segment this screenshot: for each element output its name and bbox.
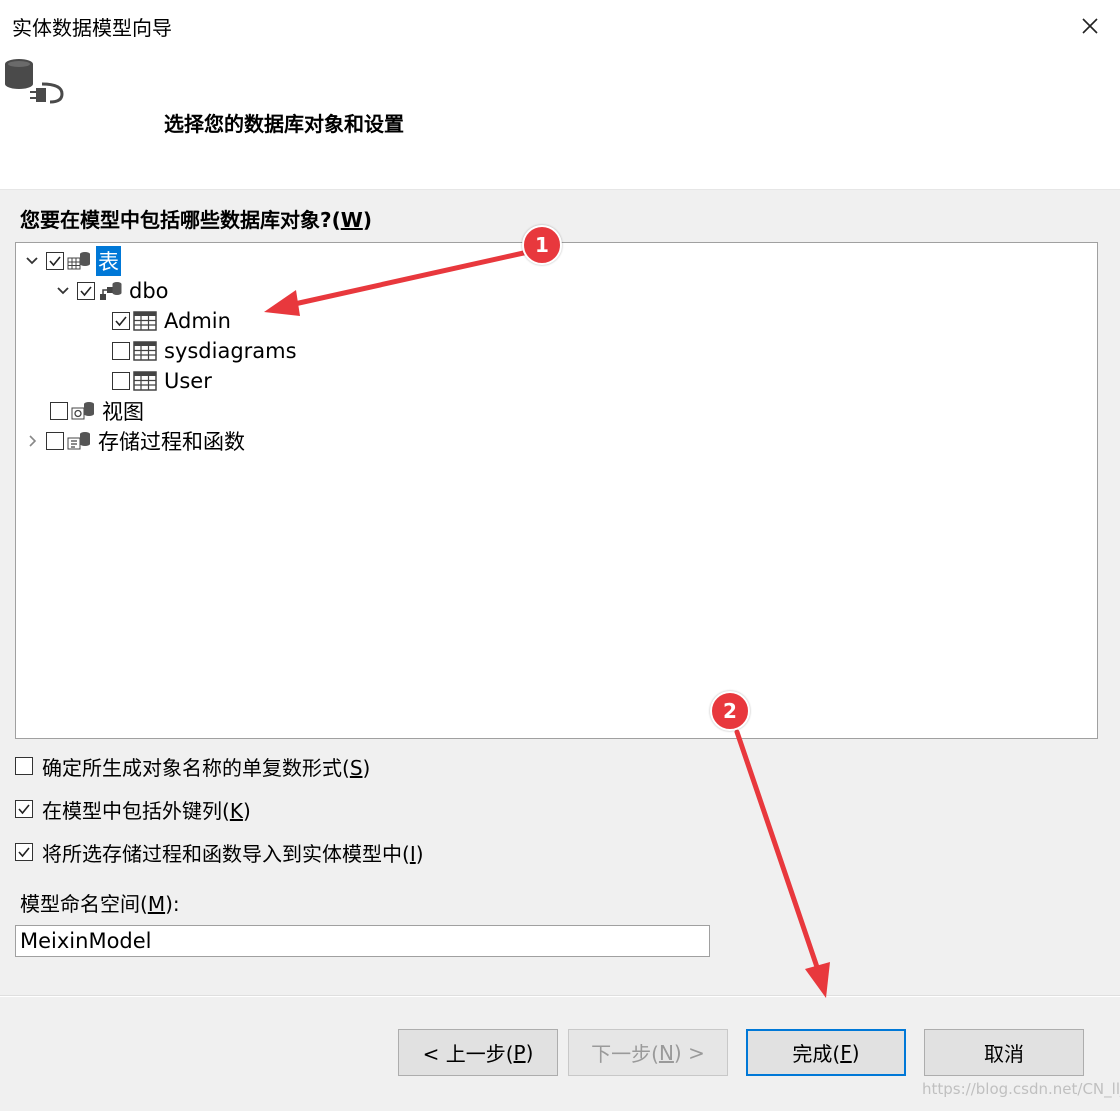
window-title: 实体数据模型向导 <box>12 16 172 40</box>
arrow-2 <box>734 729 830 998</box>
objects-prompt-label: 您要在模型中包括哪些数据库对象?(W) <box>20 204 372 233</box>
next-accel: N <box>658 1040 674 1065</box>
objects-prompt-accel: W <box>340 208 363 232</box>
views-icon <box>70 399 96 423</box>
table-icon <box>132 339 158 363</box>
user-checkbox[interactable] <box>112 372 130 390</box>
views-checkbox[interactable] <box>50 402 68 420</box>
namespace-close: ): <box>165 892 180 916</box>
page-heading: 选择您的数据库对象和设置 <box>164 112 404 136</box>
pluralize-option[interactable]: 确定所生成对象名称的单复数形式(S) <box>15 751 370 781</box>
wizard-header: 实体数据模型向导 选择您的数据库对象和设置 <box>0 0 1120 190</box>
table-icon <box>132 309 158 333</box>
import-procedures-label: 将所选存储过程和函数导入到实体模型中(I) <box>42 838 424 867</box>
foreign-keys-text: 在模型中包括外键列( <box>42 798 230 823</box>
import-procedures-close: ) <box>415 841 424 866</box>
pluralize-checkbox[interactable] <box>15 757 33 775</box>
tables-checkbox[interactable] <box>46 252 64 270</box>
tree-node-label: dbo <box>129 279 169 303</box>
database-plug-icon <box>2 56 66 112</box>
chevron-down-icon <box>57 287 69 295</box>
check-icon <box>18 804 30 815</box>
pluralize-label: 确定所生成对象名称的单复数形式(S) <box>42 752 370 781</box>
tree-node-procedures[interactable]: 存储过程和函数 <box>24 427 247 455</box>
objects-prompt-close: ) <box>362 208 372 232</box>
tree-node-label: Admin <box>164 309 231 333</box>
namespace-input[interactable]: MeixinModel <box>15 925 710 957</box>
foreign-keys-checkbox[interactable] <box>15 800 33 818</box>
previous-accel: P <box>513 1040 526 1065</box>
previous-text: < 上一步( <box>422 1042 514 1066</box>
tree-node-user[interactable]: User <box>112 367 214 395</box>
tree-node-dbo[interactable]: dbo <box>55 277 171 305</box>
previous-button[interactable]: < 上一步(P) <box>398 1029 558 1076</box>
sysdiagrams-checkbox[interactable] <box>112 342 130 360</box>
tree-node-admin[interactable]: Admin <box>112 307 233 335</box>
previous-close: ) <box>525 1040 534 1065</box>
annotation-badge-1: 1 <box>522 225 562 265</box>
tree-node-sysdiagrams[interactable]: sysdiagrams <box>112 337 299 365</box>
next-button[interactable]: 下一步(N) > <box>568 1029 728 1076</box>
expand-toggle[interactable] <box>55 283 71 299</box>
pluralize-accel: S <box>349 755 363 780</box>
import-procedures-option[interactable]: 将所选存储过程和函数导入到实体模型中(I) <box>15 837 424 867</box>
annotation-badge-2: 2 <box>710 691 750 731</box>
schema-icon <box>97 279 123 303</box>
check-icon <box>49 256 61 267</box>
footer-separator <box>0 995 1120 997</box>
tree-node-label: sysdiagrams <box>164 339 297 363</box>
finish-accel: F <box>840 1040 852 1065</box>
foreign-keys-label: 在模型中包括外键列(K) <box>42 795 251 824</box>
foreign-keys-close: ) <box>242 798 251 823</box>
procedures-checkbox[interactable] <box>46 432 64 450</box>
namespace-accel: M <box>147 892 166 916</box>
admin-checkbox[interactable] <box>112 312 130 330</box>
watermark: https://blog.csdn.net/CN_llj <box>922 1080 1120 1098</box>
namespace-label: 模型命名空间(M): <box>20 888 180 917</box>
namespace-text: 模型命名空间( <box>20 892 148 916</box>
check-icon <box>80 286 92 297</box>
chevron-down-icon <box>26 257 38 265</box>
import-procedures-checkbox[interactable] <box>15 843 33 861</box>
foreign-keys-option[interactable]: 在模型中包括外键列(K) <box>15 794 251 824</box>
check-icon <box>115 316 127 327</box>
close-icon <box>1082 18 1098 34</box>
next-text: 下一步( <box>591 1042 659 1066</box>
check-icon <box>18 847 30 858</box>
procedures-icon <box>66 429 92 453</box>
tables-icon <box>66 249 92 273</box>
expand-toggle[interactable] <box>24 433 40 449</box>
database-objects-tree[interactable]: 表 dbo Admin sysdiagrams User 视图 存储过程和函数 <box>15 242 1098 739</box>
tree-node-label: User <box>164 369 212 393</box>
tree-node-label: 表 <box>96 246 121 276</box>
table-icon <box>132 369 158 393</box>
tree-node-label: 存储过程和函数 <box>98 430 245 454</box>
finish-button[interactable]: 完成(F) <box>746 1029 906 1076</box>
finish-close: ) <box>851 1040 860 1065</box>
close-button[interactable] <box>1070 8 1110 44</box>
cancel-button[interactable]: 取消 <box>924 1029 1084 1076</box>
pluralize-close: ) <box>362 755 371 780</box>
tree-node-views[interactable]: 视图 <box>50 397 146 425</box>
tree-node-label: 视图 <box>102 400 144 424</box>
import-procedures-text: 将所选存储过程和函数导入到实体模型中( <box>42 841 410 866</box>
objects-prompt-text: 您要在模型中包括哪些数据库对象?( <box>20 208 341 232</box>
dbo-checkbox[interactable] <box>77 282 95 300</box>
pluralize-text: 确定所生成对象名称的单复数形式( <box>42 755 350 780</box>
tree-node-tables[interactable]: 表 <box>24 246 121 276</box>
chevron-right-icon <box>29 435 37 447</box>
next-close: ) > <box>673 1040 705 1065</box>
foreign-keys-accel: K <box>229 798 243 823</box>
expand-toggle[interactable] <box>24 253 40 269</box>
finish-text: 完成( <box>792 1042 841 1066</box>
